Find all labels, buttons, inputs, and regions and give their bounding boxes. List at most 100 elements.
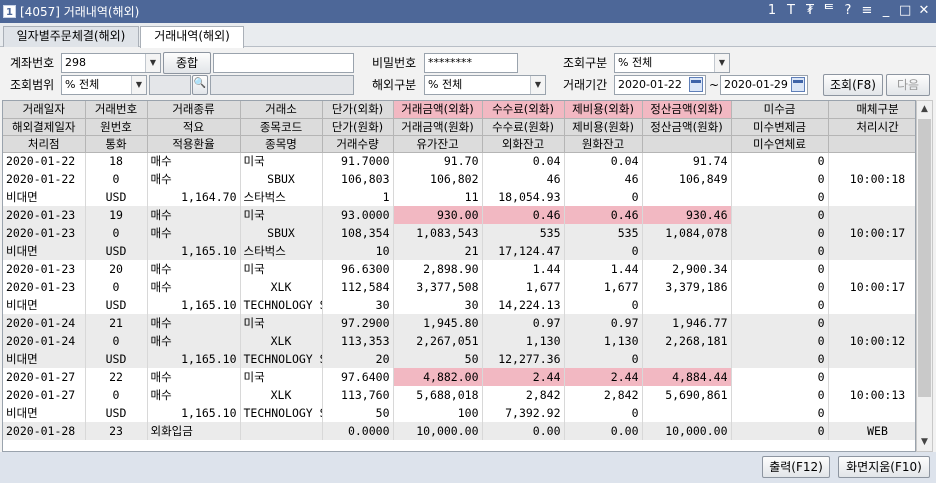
link-icon[interactable]: ᄐ — [823, 3, 835, 18]
maximize-icon[interactable]: □ — [899, 3, 911, 18]
table-cell: USD — [85, 350, 148, 368]
table-row[interactable]: 2020-01-23 20 매수 미국 96.6300 2,898.90 1.44 1.44 2… — [3, 260, 915, 278]
query-button[interactable]: 조회(F8) — [823, 74, 883, 96]
table-cell: 3,379,186 — [642, 278, 732, 296]
column-header[interactable]: 수수료(원화) — [482, 118, 565, 136]
tab-daily-order-execution[interactable]: 일자별주문체결(해외) — [3, 26, 139, 47]
column-header[interactable]: 거래금액(외화) — [393, 101, 483, 119]
column-header[interactable]: 제비용(외화) — [564, 101, 643, 119]
table-row[interactable]: 비대면 USD 1,165.10 TECHNOLOGY S 20 50 12,277.36 0… — [3, 350, 915, 368]
table-row[interactable]: 비대면 USD 1,165.10 TECHNOLOGY S 30 30 14,224.13 0… — [3, 296, 915, 314]
column-header[interactable]: 미수금 — [731, 101, 829, 119]
column-header[interactable]: 거래일자 — [3, 101, 86, 119]
column-header[interactable]: 미수연체료 — [731, 135, 829, 153]
query-type-select[interactable]: % 전체 ▼ — [614, 53, 730, 73]
symbol-code-field[interactable] — [149, 75, 191, 95]
column-header[interactable]: 원화잔고 — [564, 135, 643, 153]
password-field[interactable]: ******** — [424, 53, 518, 73]
column-header[interactable] — [828, 135, 915, 153]
date-to-field[interactable]: 2020-01-29 — [720, 75, 808, 95]
column-header[interactable]: 적요 — [147, 118, 241, 136]
table-cell: 미국 — [240, 314, 323, 332]
table-cell: 스타벅스 — [240, 188, 323, 206]
column-header[interactable]: 단가(외화) — [322, 101, 394, 119]
scroll-down-icon[interactable]: ▼ — [917, 434, 932, 451]
chevron-down-icon[interactable]: ▼ — [145, 54, 160, 72]
column-header[interactable]: 수수료(외화) — [482, 101, 565, 119]
column-header[interactable]: 거래번호 — [85, 101, 148, 119]
table-cell: 매수 — [147, 260, 241, 278]
column-header[interactable]: 통화 — [85, 135, 148, 153]
table-cell: 20 — [322, 350, 394, 368]
table-cell: 50 — [393, 350, 483, 368]
column-header[interactable]: 거래수량 — [322, 135, 394, 153]
chevron-down-icon[interactable]: ▼ — [530, 76, 545, 94]
transaction-grid[interactable]: 거래일자 거래번호 거래종류 거래소 단가(외화) 거래금액(외화) 수수료(외화) 제비용(… — [2, 100, 916, 452]
column-header[interactable]: 유가잔고 — [393, 135, 483, 153]
search-button[interactable]: 🔍 — [192, 75, 208, 95]
table-row[interactable]: 2020-01-24 0 매수 XLK 113,353 2,267,051 1,130 1,1… — [3, 332, 915, 350]
menu-icon[interactable]: ≡ — [861, 3, 873, 18]
table-cell: 매수 — [147, 278, 241, 296]
column-header[interactable]: 단가(원화) — [322, 118, 394, 136]
scroll-thumb[interactable] — [918, 119, 931, 397]
table-row[interactable]: 비대면 USD 1,164.70 스타벅스 1 11 18,054.93 0 0 — [3, 188, 915, 206]
column-header[interactable]: 종목코드 — [240, 118, 323, 136]
column-header[interactable]: 매체구분 — [828, 101, 915, 119]
table-row[interactable]: 2020-01-23 0 매수 SBUX 108,354 1,083,543 535 535 1… — [3, 224, 915, 242]
table-cell: 535 — [564, 224, 643, 242]
table-row[interactable]: 2020-01-24 21 매수 미국 97.2900 1,945.80 0.97 0.97 1… — [3, 314, 915, 332]
column-header[interactable]: 정산금액(원화) — [642, 118, 732, 136]
print-button[interactable]: 출력(F12) — [762, 456, 830, 478]
column-header[interactable]: 제비용(원화) — [564, 118, 643, 136]
column-header[interactable]: 거래종류 — [147, 101, 241, 119]
help-icon[interactable]: ? — [842, 3, 854, 18]
clear-screen-button[interactable]: 화면지움(F10) — [838, 456, 930, 478]
column-header[interactable]: 해외결제일자 — [3, 118, 86, 136]
account-name-field[interactable] — [213, 53, 354, 73]
column-header[interactable]: 원번호 — [85, 118, 148, 136]
calendar-icon[interactable] — [791, 77, 805, 92]
column-header[interactable]: 거래금액(원화) — [393, 118, 483, 136]
text-icon[interactable]: T — [785, 3, 797, 18]
table-row[interactable]: 2020-01-22 18 매수 미국 91.7000 91.70 0.04 0.04 91.7… — [3, 152, 915, 170]
table-row[interactable]: 2020-01-28 23 외화입금 0.0000 10,000.00 0.00 0.00 1… — [3, 422, 915, 440]
minimize-icon[interactable]: _ — [880, 3, 892, 18]
column-header[interactable]: 거래소 — [240, 101, 323, 119]
screen-number-icon[interactable]: 1 — [766, 3, 778, 18]
column-header[interactable]: 처리점 — [3, 135, 86, 153]
account-type-button[interactable]: 종합 — [163, 52, 211, 74]
table-row[interactable]: 2020-01-23 19 매수 미국 93.0000 930.00 0.46 0.46 930… — [3, 206, 915, 224]
column-header[interactable]: 적용환율 — [147, 135, 241, 153]
table-row[interactable]: 2020-01-27 22 매수 미국 97.6400 4,882.00 2.44 2.44 4… — [3, 368, 915, 386]
table-cell: 3,377,508 — [393, 278, 483, 296]
next-button[interactable]: 다음 — [886, 74, 930, 96]
table-cell: 0 — [564, 242, 643, 260]
chevron-down-icon[interactable]: ▼ — [714, 54, 729, 72]
overseas-type-select[interactable]: % 전체 ▼ — [424, 75, 546, 95]
table-row[interactable]: 2020-01-22 0 매수 SBUX 106,803 106,802 46 46 106,8… — [3, 170, 915, 188]
chevron-down-icon[interactable]: ▼ — [131, 76, 146, 94]
column-header[interactable]: 미수변제금 — [731, 118, 829, 136]
table-row[interactable]: 비대면 USD 1,165.10 스타벅스 10 21 17,124.47 0 0 — [3, 242, 915, 260]
query-range-select[interactable]: % 전체 ▼ — [61, 75, 147, 95]
account-select[interactable]: 298 ▼ — [61, 53, 161, 73]
table-cell: 0 — [564, 296, 643, 314]
table-row[interactable]: 비대면 USD 1,165.10 TECHNOLOGY S 50 100 7,392.92 0… — [3, 404, 915, 422]
table-row[interactable]: 2020-01-27 0 매수 XLK 113,760 5,688,018 2,842 2,8… — [3, 386, 915, 404]
table-cell: 7,392.92 — [482, 404, 565, 422]
column-header[interactable]: 외화잔고 — [482, 135, 565, 153]
table-row[interactable]: 2020-01-23 0 매수 XLK 112,584 3,377,508 1,677 1,6… — [3, 278, 915, 296]
scroll-up-icon[interactable]: ▲ — [917, 101, 932, 118]
table-cell: 96.6300 — [322, 260, 394, 278]
column-header[interactable]: 종목명 — [240, 135, 323, 153]
column-header[interactable] — [642, 135, 732, 153]
date-from-field[interactable]: 2020-01-22 — [614, 75, 706, 95]
calendar-icon[interactable] — [689, 77, 703, 92]
vertical-scrollbar[interactable]: ▲ ▼ — [916, 100, 933, 452]
close-icon[interactable]: ✕ — [918, 3, 930, 18]
column-header[interactable]: 정산금액(외화) — [642, 101, 732, 119]
column-header[interactable]: 처리시간 — [828, 118, 915, 136]
pin-icon[interactable]: ₮ — [804, 3, 816, 18]
tab-transaction-history[interactable]: 거래내역(해외) — [140, 26, 244, 48]
